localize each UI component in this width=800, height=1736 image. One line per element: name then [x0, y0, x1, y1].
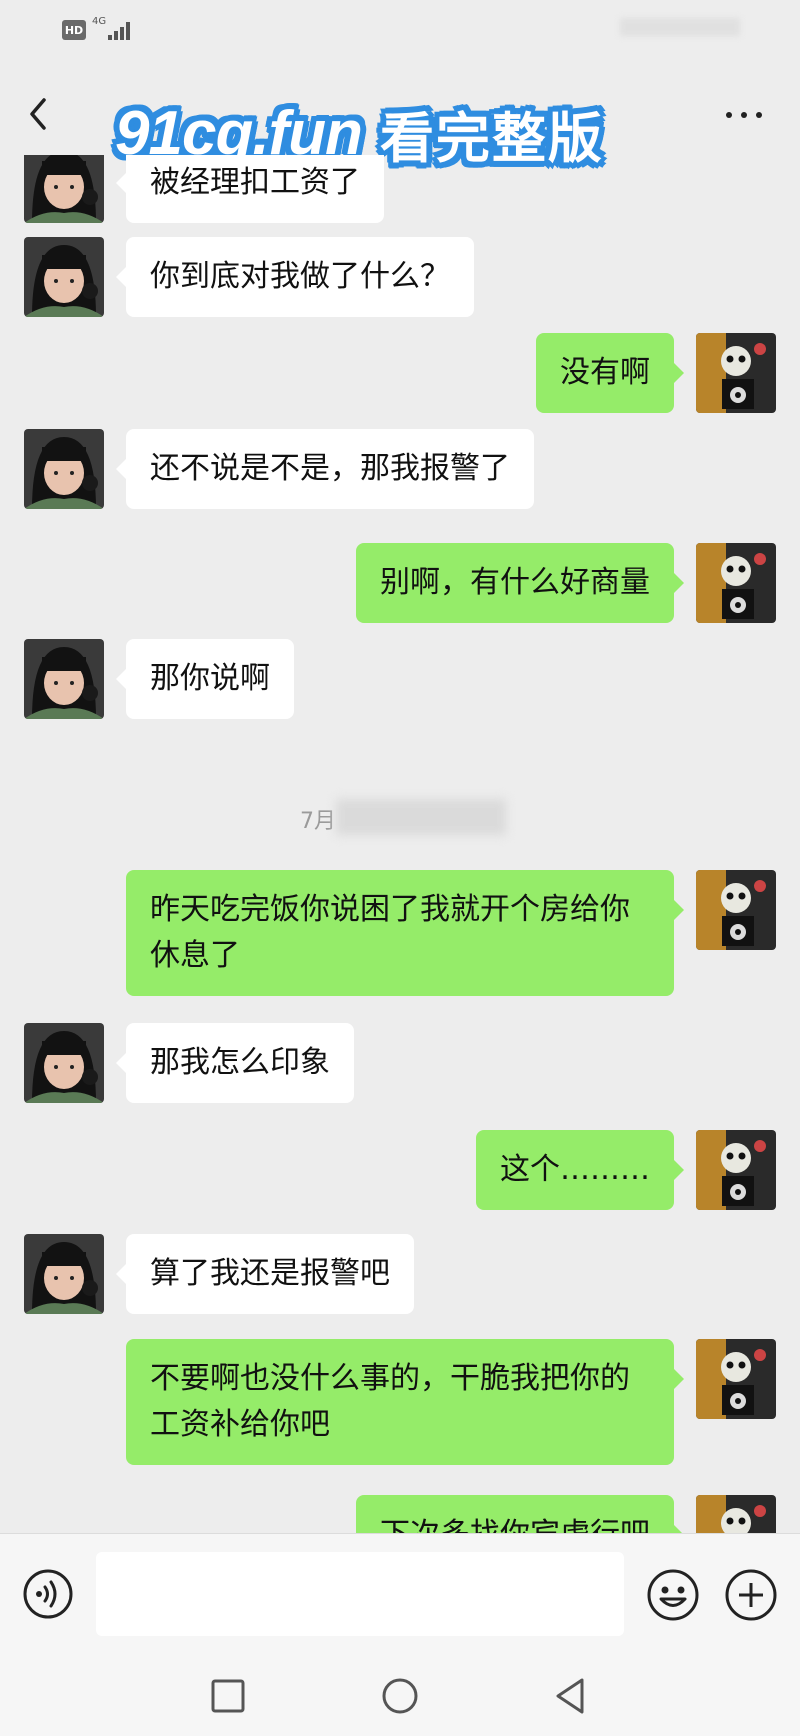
- avatar-self[interactable]: [696, 333, 776, 413]
- message-bubble[interactable]: 还不说是不是，那我报警了: [116, 429, 534, 509]
- message-bubble[interactable]: 下次多找你宾虚行吧: [356, 1495, 684, 1533]
- avatar-other[interactable]: [24, 639, 104, 719]
- message-list[interactable]: 被经理扣工资了 你到底对我做了什么？ 没有啊 还不说是不是，那我报警了 别啊，有…: [0, 155, 800, 1533]
- message-bubble[interactable]: 被经理扣工资了: [116, 155, 384, 223]
- avatar-other[interactable]: [24, 1234, 104, 1314]
- message-input[interactable]: [96, 1552, 624, 1636]
- message-bubble[interactable]: 那你说啊: [116, 639, 294, 719]
- avatar-other[interactable]: [24, 155, 104, 223]
- message-bubble[interactable]: 不要啊也没什么事的，干脆我把你的工资补给你吧: [126, 1339, 684, 1465]
- title-bar: 91cg.fun 看完整版: [0, 60, 800, 169]
- network-type: 4G: [92, 16, 107, 27]
- timestamp: 7月: [300, 799, 520, 835]
- input-bar: [0, 1533, 800, 1656]
- timestamp-text: 7月: [300, 809, 336, 834]
- message-bubble[interactable]: 别啊，有什么好商量: [356, 543, 684, 623]
- back-nav-icon[interactable]: [548, 1674, 592, 1718]
- voice-icon[interactable]: [22, 1568, 74, 1620]
- message-bubble[interactable]: 这个………: [476, 1130, 684, 1210]
- signal-icon: [108, 20, 134, 40]
- blurred-status: [620, 18, 740, 36]
- back-icon[interactable]: [24, 94, 54, 134]
- message-bubble[interactable]: 没有啊: [536, 333, 684, 413]
- recents-icon[interactable]: [206, 1674, 250, 1718]
- avatar-other[interactable]: [24, 429, 104, 509]
- avatar-other[interactable]: [24, 1023, 104, 1103]
- timestamp-blur: [336, 799, 506, 835]
- avatar-self[interactable]: [696, 543, 776, 623]
- more-icon[interactable]: [724, 104, 764, 124]
- message-bubble[interactable]: 算了我还是报警吧: [116, 1234, 414, 1314]
- message-bubble[interactable]: 那我怎么印象: [116, 1023, 354, 1103]
- status-bar: HD 4G: [0, 0, 800, 60]
- plus-icon[interactable]: [724, 1568, 778, 1622]
- avatar-self[interactable]: [696, 1339, 776, 1419]
- home-icon[interactable]: [378, 1674, 422, 1718]
- avatar-self[interactable]: [696, 870, 776, 950]
- avatar-self[interactable]: [696, 1495, 776, 1533]
- emoji-icon[interactable]: [646, 1568, 700, 1622]
- message-bubble[interactable]: 昨天吃完饭你说困了我就开个房给你休息了: [126, 870, 684, 996]
- avatar-other[interactable]: [24, 237, 104, 317]
- avatar-self[interactable]: [696, 1130, 776, 1210]
- hd-badge: HD: [62, 20, 86, 40]
- message-bubble[interactable]: 你到底对我做了什么？: [116, 237, 474, 317]
- system-nav-bar: [0, 1656, 800, 1736]
